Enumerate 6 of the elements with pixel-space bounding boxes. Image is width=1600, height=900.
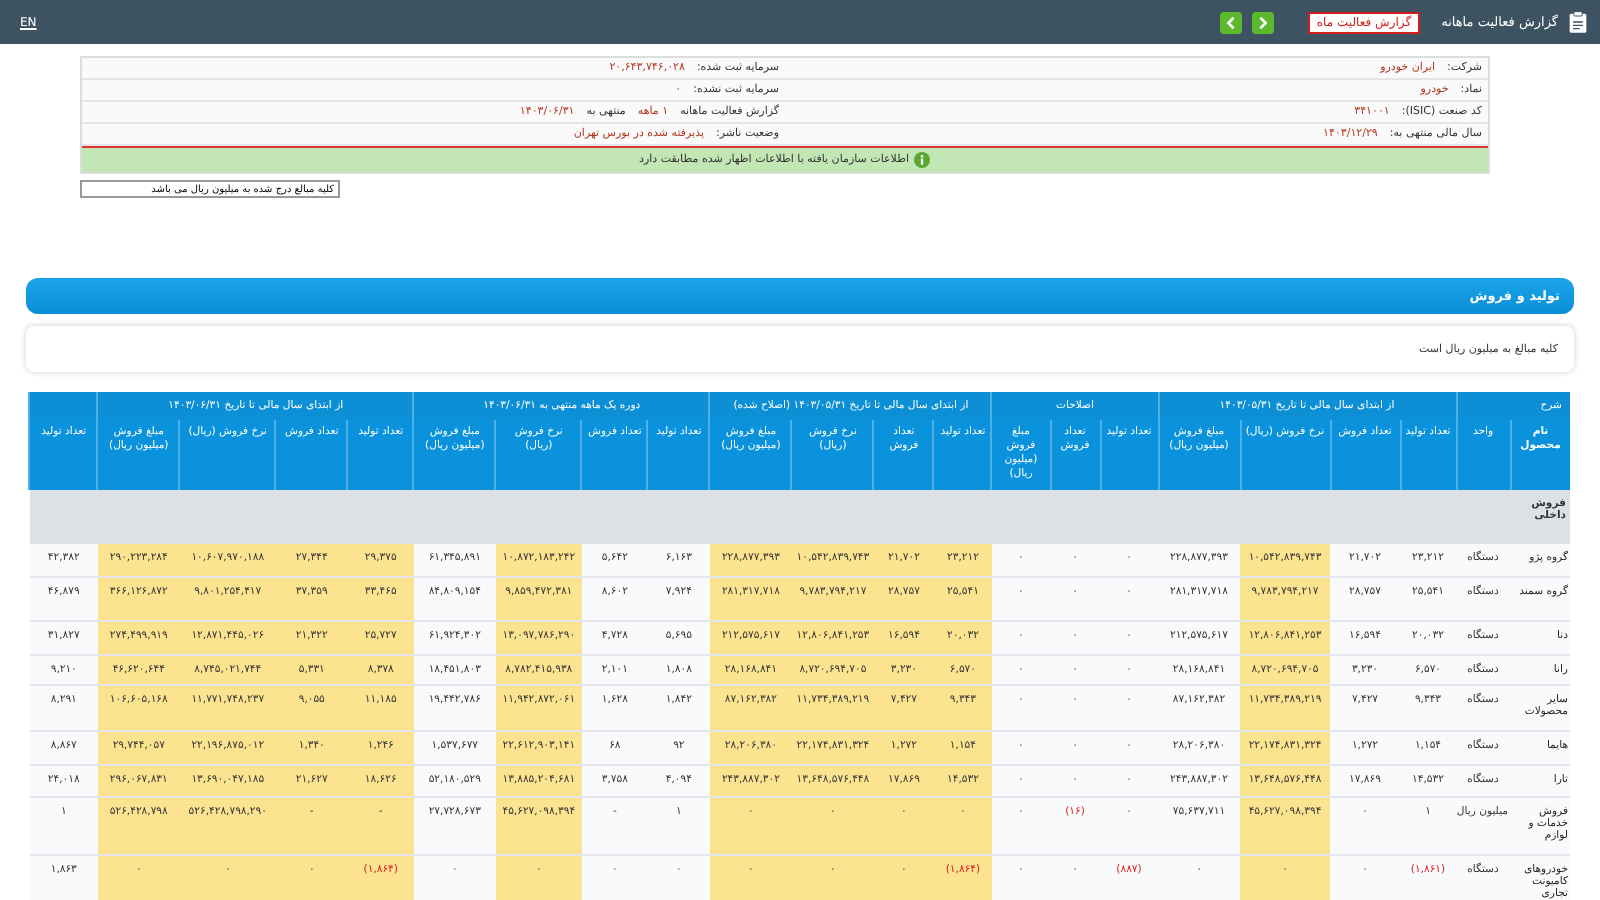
clipboard-icon [1568,10,1588,34]
chevron-left-icon [1224,15,1239,29]
chevron-right-icon [1256,15,1271,29]
previous-button[interactable] [1220,11,1243,33]
next-button[interactable] [1252,11,1275,33]
info-icon [914,152,931,168]
